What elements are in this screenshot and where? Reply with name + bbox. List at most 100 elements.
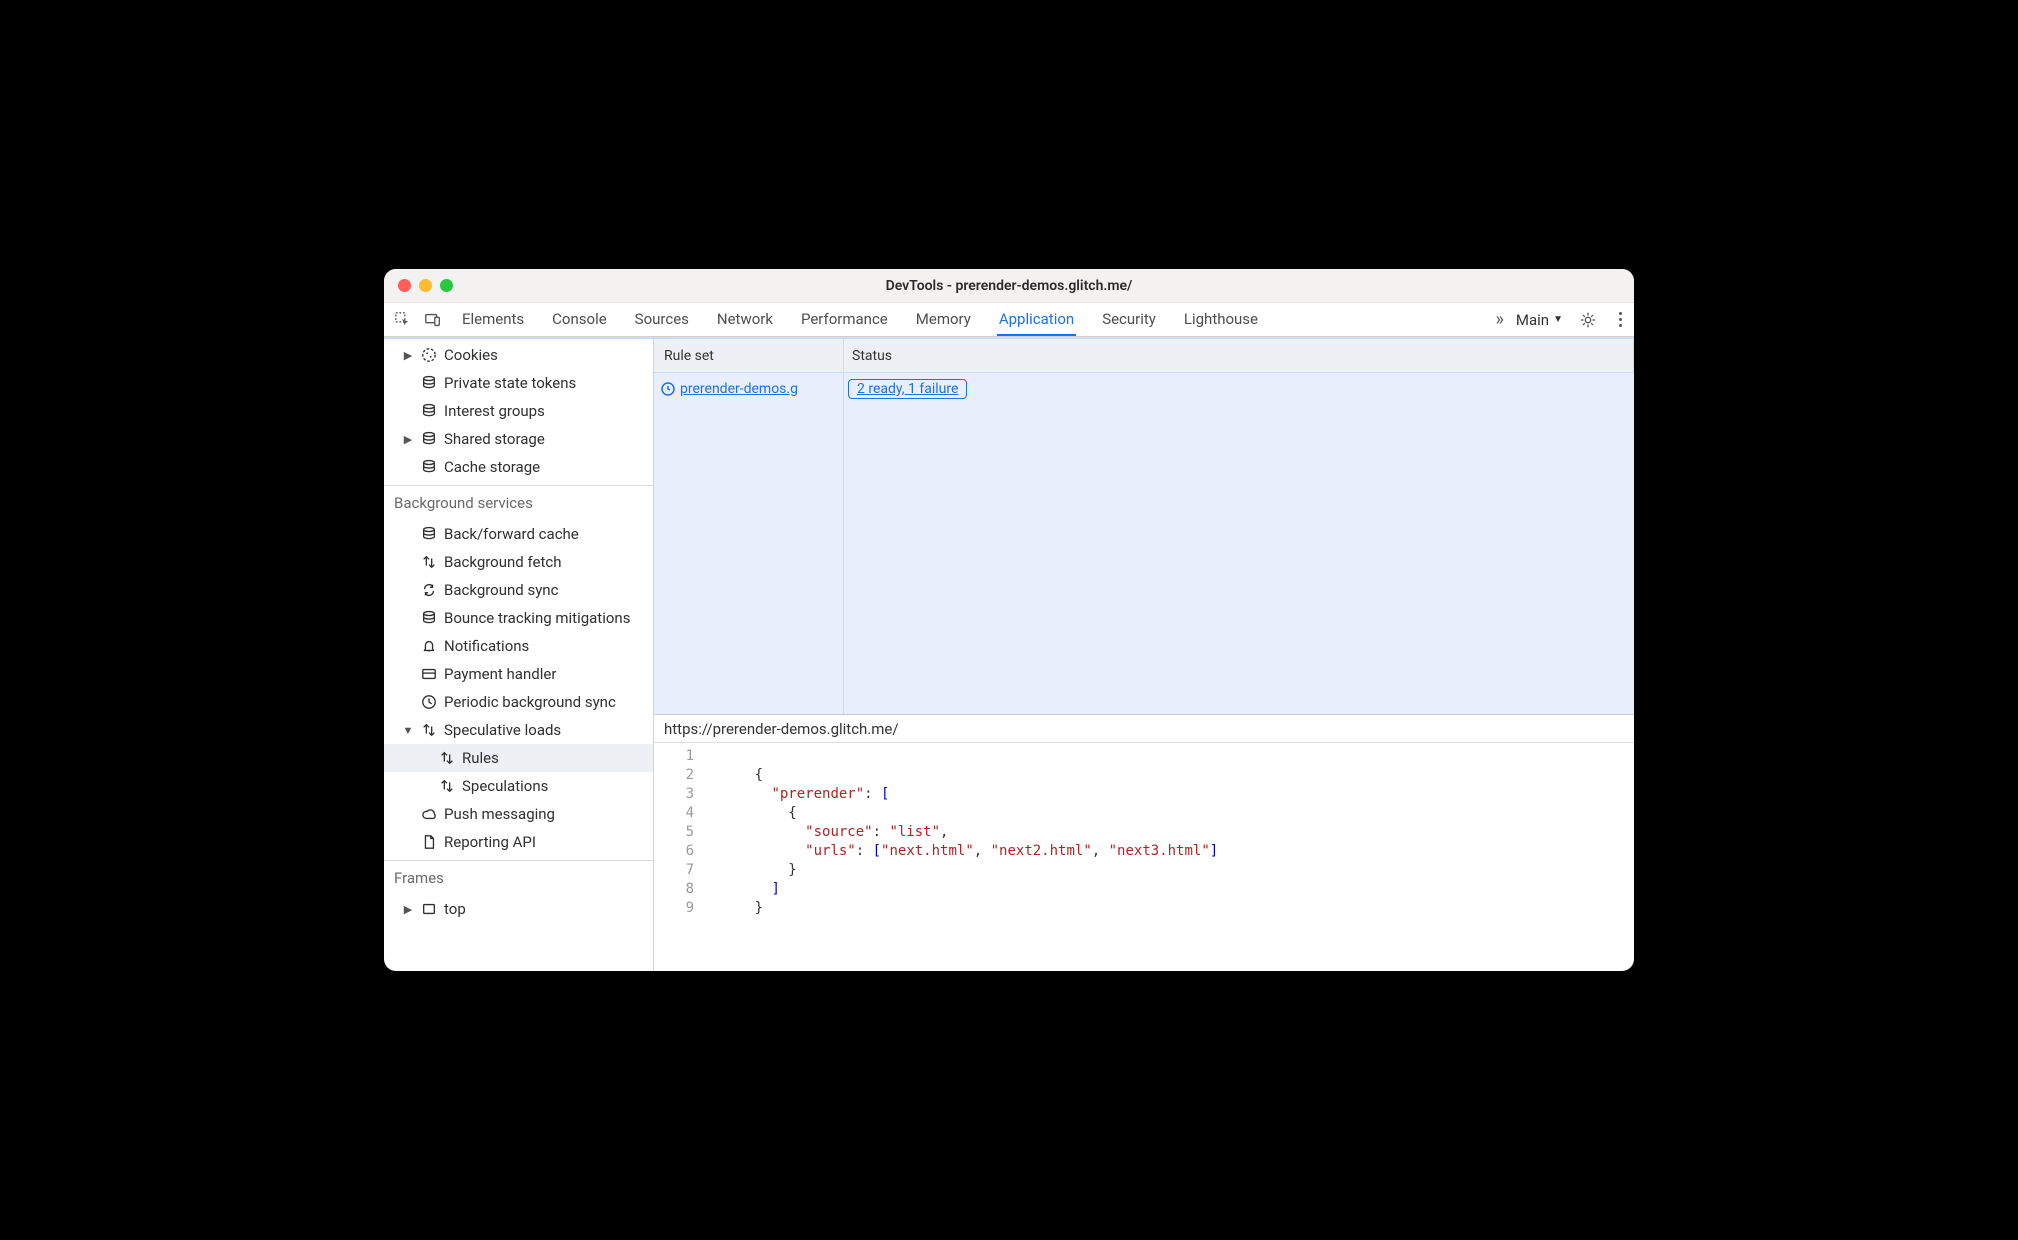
ruleset-row[interactable]: prerender-demos.g [660,375,837,403]
tab-sources[interactable]: Sources [633,303,691,336]
ruleset-link[interactable]: prerender-demos.g [680,381,798,397]
more-tabs-icon[interactable]: » [1495,309,1503,330]
bell-icon [420,637,438,655]
sidebar-item-background-fetch[interactable]: Background fetch [384,548,653,576]
sidebar-item-speculative-loads[interactable]: ▼ Speculative loads [384,716,653,744]
target-dropdown[interactable]: Main ▼ [1516,311,1563,329]
sidebar-item-reporting-api[interactable]: Reporting API [384,828,653,856]
tab-lighthouse[interactable]: Lighthouse [1182,303,1260,336]
col-header-status[interactable]: Status [844,339,1634,372]
sidebar-item-label: Speculations [462,777,548,795]
db-icon [420,458,438,476]
sidebar-item-label: Background sync [444,581,558,599]
db-icon [420,402,438,420]
disclosure-icon: ▼ [402,724,414,737]
sidebar-item-interest-groups[interactable]: Interest groups [384,397,653,425]
storage-tree: ▶ Cookies Private state tokens Interest gro… [384,339,653,481]
sidebar-item-periodic-background-sync[interactable]: Periodic background sync [384,688,653,716]
sidebar-item-private-state-tokens[interactable]: Private state tokens [384,369,653,397]
tab-elements[interactable]: Elements [460,303,526,336]
target-label: Main [1516,311,1549,329]
sidebar-item-label: Payment handler [444,665,556,683]
arrows-icon [420,721,438,739]
arrows-icon [438,777,456,795]
sidebar-item-label: Reporting API [444,833,536,851]
sidebar-item-label: Shared storage [444,430,545,448]
sidebar-item-cache-storage[interactable]: Cache storage [384,453,653,481]
sidebar-item-payment-handler[interactable]: Payment handler [384,660,653,688]
section-background-services: Background services [384,485,653,518]
sidebar-item-cookies[interactable]: ▶ Cookies [384,341,653,369]
line-gutter: 123456789 [654,747,704,971]
tab-console[interactable]: Console [550,303,609,336]
db-icon [420,430,438,448]
panel-body: ▶ Cookies Private state tokens Interest gro… [384,337,1634,971]
sidebar-item-label: Speculative loads [444,721,561,739]
application-sidebar: ▶ Cookies Private state tokens Interest gro… [384,339,654,971]
sidebar-item-background-sync[interactable]: Background sync [384,576,653,604]
kebab-icon[interactable] [1613,312,1628,327]
db-icon [420,609,438,627]
sidebar-item-label: Cache storage [444,458,540,476]
devtools-window: DevTools - prerender-demos.glitch.me/ El… [384,269,1634,971]
maximize-icon[interactable] [440,279,453,292]
sidebar-item-label: Cookies [444,346,498,364]
sidebar-item-label: Bounce tracking mitigations [444,609,630,627]
sidebar-item-label: Private state tokens [444,374,576,392]
cloud-icon [420,805,438,823]
arrows-icon [420,553,438,571]
tab-network[interactable]: Network [715,303,775,336]
db-icon [420,525,438,543]
sidebar-item-shared-storage[interactable]: ▶ Shared storage [384,425,653,453]
db-icon [420,374,438,392]
bg-tree: Back/forward cache Background fetch Backgr… [384,518,653,856]
sidebar-item-top[interactable]: ▶top [384,895,653,923]
sidebar-item-bounce-tracking-mitigations[interactable]: Bounce tracking mitigations [384,604,653,632]
arrows-icon [438,749,456,767]
sidebar-item-label: Rules [462,749,499,767]
sidebar-item-rules[interactable]: Rules [384,744,653,772]
sidebar-item-label: Background fetch [444,553,561,571]
sync-icon [420,581,438,599]
sidebar-item-speculations[interactable]: Speculations [384,772,653,800]
card-icon [420,665,438,683]
sidebar-item-label: Periodic background sync [444,693,616,711]
sidebar-item-label: Back/forward cache [444,525,579,543]
disclosure-icon: ▶ [402,903,414,916]
code-viewer: 123456789 { "prerender": [ { "source": "… [654,743,1634,971]
titlebar: DevTools - prerender-demos.glitch.me/ [384,269,1634,303]
status-link[interactable]: 2 ready, 1 failure [848,379,967,399]
source-url: https://prerender-demos.glitch.me/ [654,715,1634,743]
disclosure-icon: ▶ [402,433,414,446]
code-body: { "prerender": [ { "source": "list", "ur… [704,747,1634,971]
sidebar-item-label: Push messaging [444,805,555,823]
traffic-lights [398,279,453,292]
gear-icon[interactable] [1575,307,1601,333]
toolbar: Elements Console Sources Network Perform… [384,303,1634,337]
section-frames: Frames [384,860,653,893]
tab-performance[interactable]: Performance [799,303,890,336]
col-header-ruleset[interactable]: Rule set [654,339,844,372]
minimize-icon[interactable] [419,279,432,292]
rules-grid-header: Rule set Status [654,339,1634,373]
sidebar-item-back-forward-cache[interactable]: Back/forward cache [384,520,653,548]
clock-icon [420,693,438,711]
chevron-down-icon: ▼ [1553,314,1563,325]
window-title: DevTools - prerender-demos.glitch.me/ [384,278,1634,294]
main-content: Rule set Status prerender-demos.g [654,339,1634,971]
sidebar-item-push-messaging[interactable]: Push messaging [384,800,653,828]
rules-grid-body: prerender-demos.g 2 ready, 1 failure [654,373,1634,715]
sidebar-item-label: Interest groups [444,402,545,420]
clock-icon [660,381,676,397]
tab-security[interactable]: Security [1100,303,1158,336]
tab-application[interactable]: Application [997,303,1076,336]
disclosure-icon: ▶ [402,349,414,362]
doc-icon [420,833,438,851]
tab-memory[interactable]: Memory [914,303,973,336]
sidebar-item-label: Notifications [444,637,529,655]
sidebar-item-notifications[interactable]: Notifications [384,632,653,660]
close-icon[interactable] [398,279,411,292]
frame-icon [420,900,438,918]
device-icon[interactable] [420,307,446,333]
inspect-icon[interactable] [390,307,416,333]
